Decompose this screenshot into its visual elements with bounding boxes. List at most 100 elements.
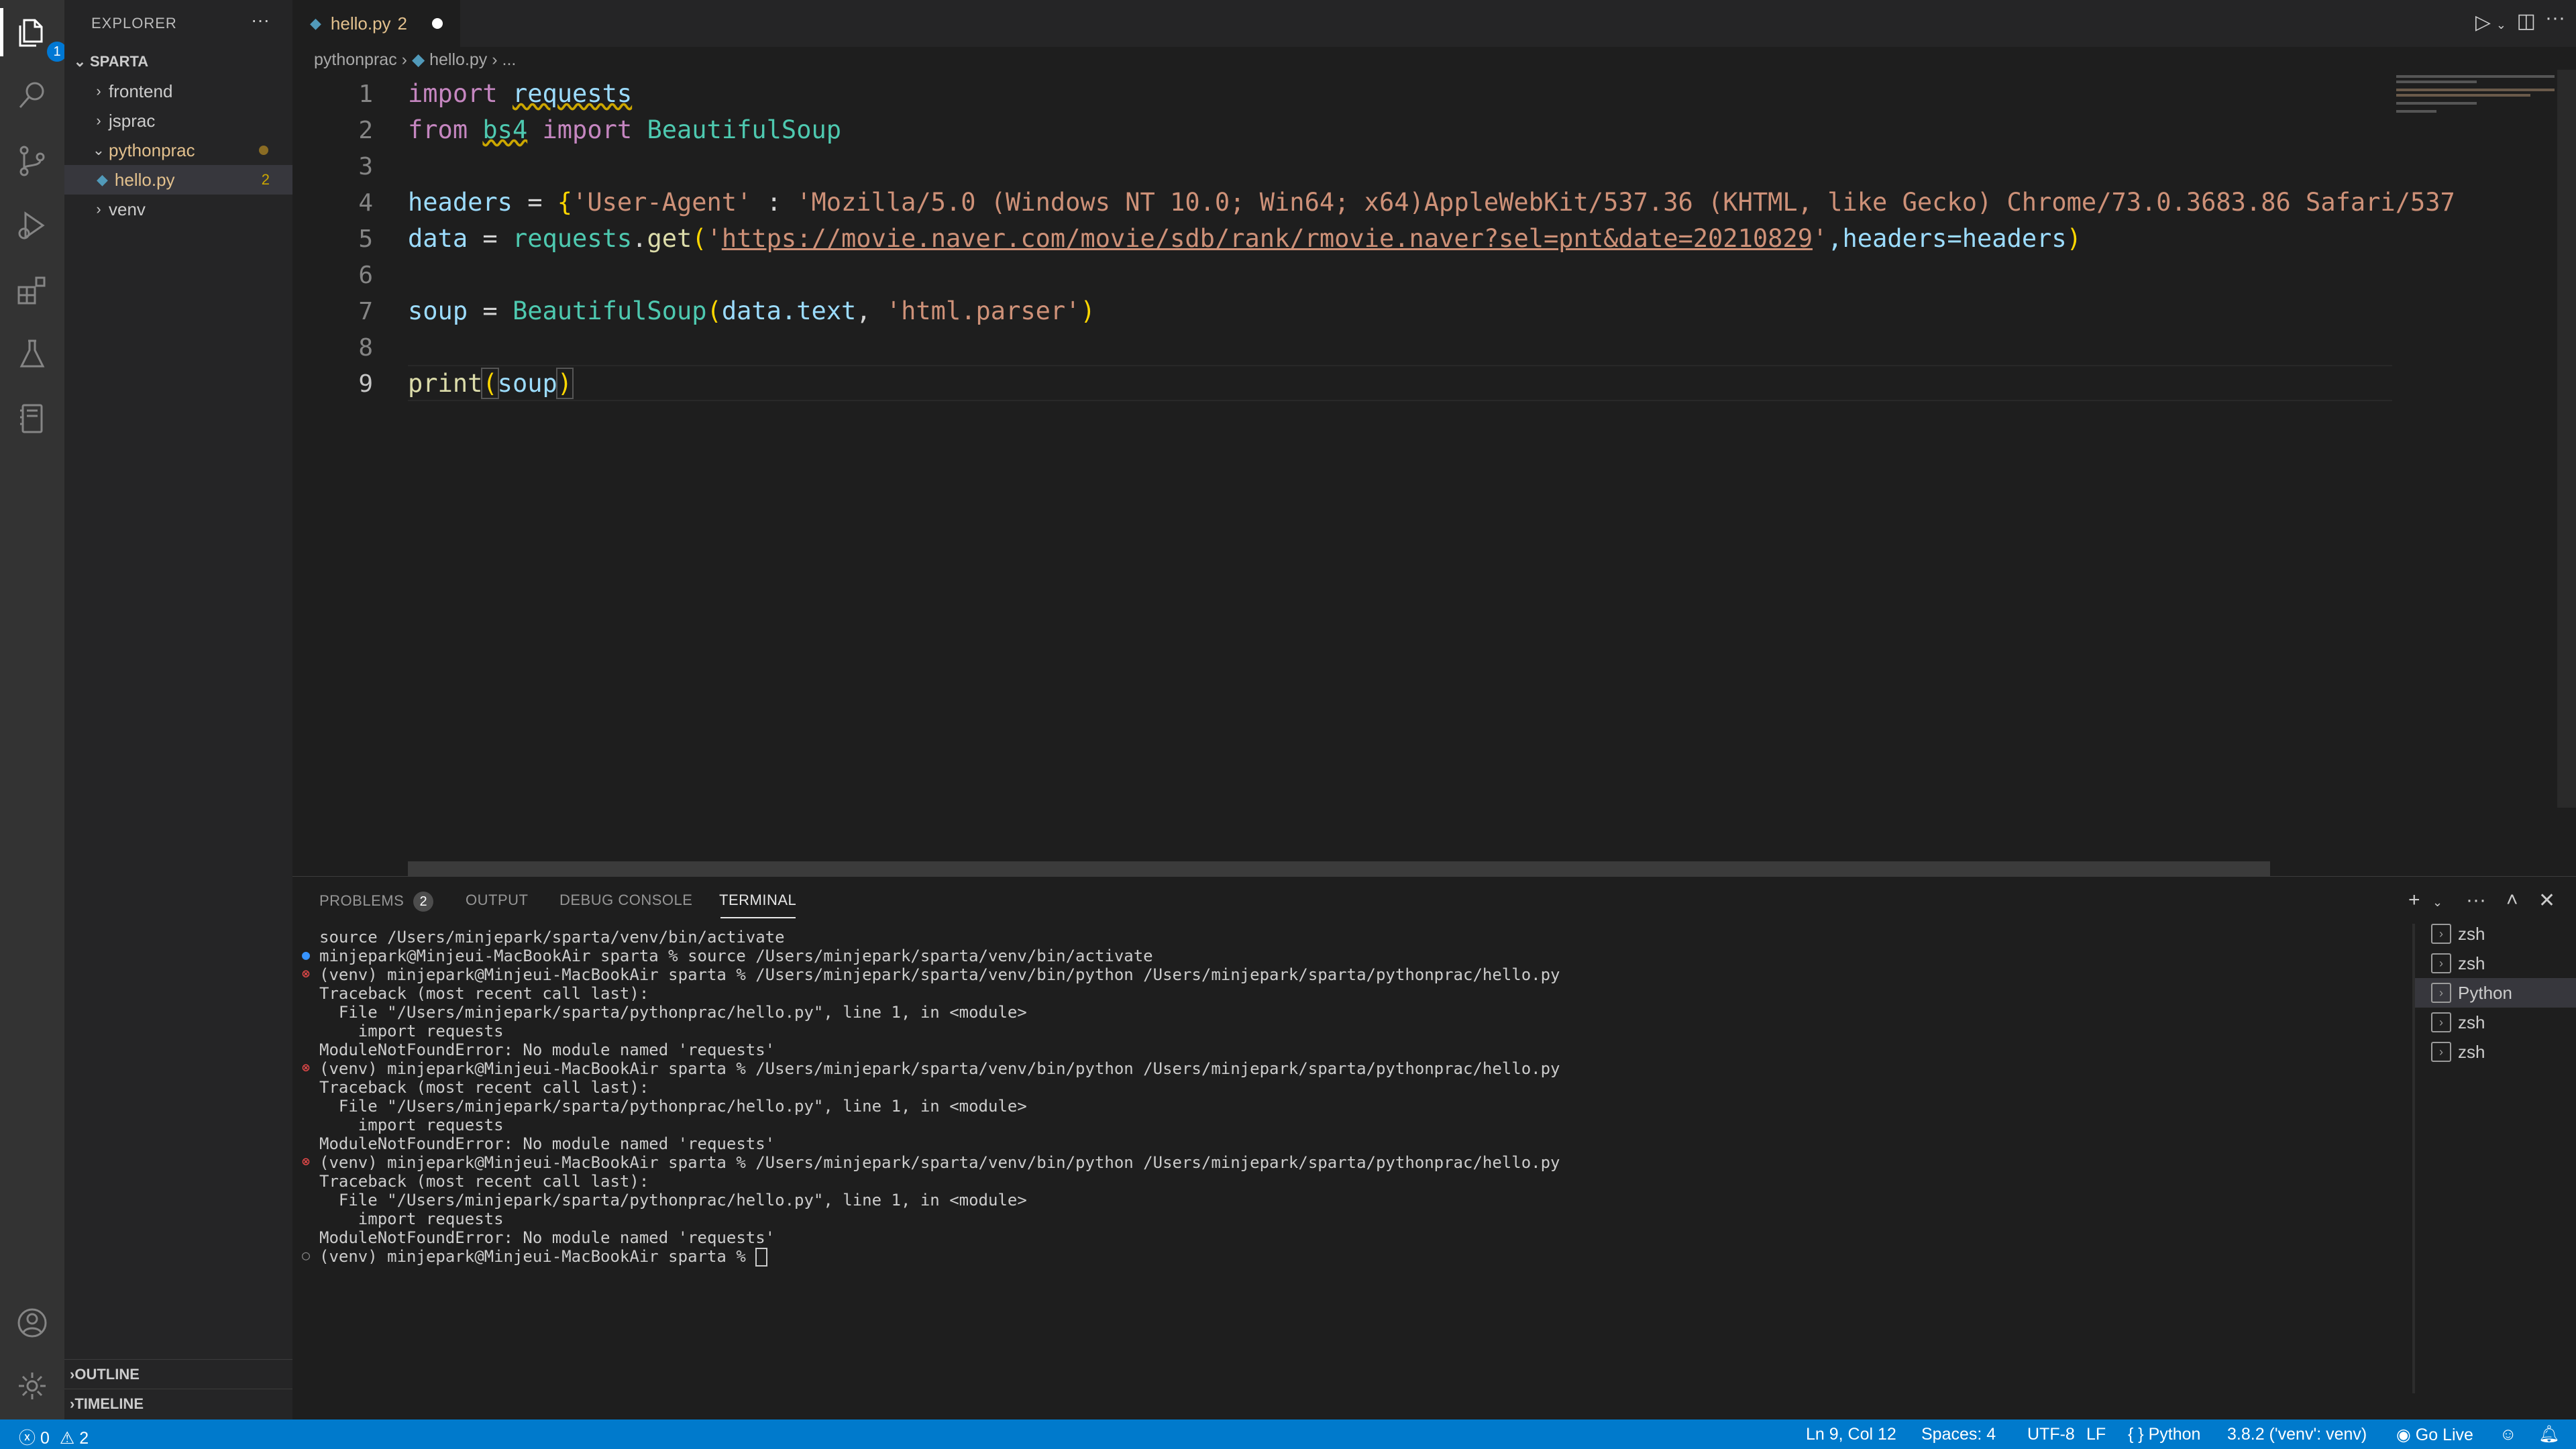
encoding[interactable]: UTF-8 xyxy=(2027,1425,2075,1444)
line-number: 6 xyxy=(358,262,373,289)
current-line-highlight xyxy=(408,365,2392,401)
run-debug-icon[interactable] xyxy=(12,205,52,246)
bottom-panel: PROBLEMS 2 OUTPUT DEBUG CONSOLE TERMINAL … xyxy=(292,876,2576,1420)
code-line: soup = BeautifulSoup(data.text, 'html.pa… xyxy=(408,297,1095,325)
unsaved-dot[interactable] xyxy=(432,18,443,29)
terminal-line: ModuleNotFoundError: No module named 're… xyxy=(319,1134,775,1153)
terminal-cursor xyxy=(755,1248,768,1267)
terminal-line: File "/Users/minjepark/sparta/pythonprac… xyxy=(319,1191,1027,1210)
active-tab-underline xyxy=(720,917,796,918)
indentation[interactable]: Spaces: 4 xyxy=(1921,1425,1996,1444)
problems-status[interactable]: ⓧ 0 ⚠ 2 xyxy=(19,1425,89,1449)
problems-count-badge: 2 xyxy=(413,892,434,912)
tree-item-label: frontend xyxy=(109,80,173,101)
terminal-icon: › xyxy=(2431,983,2451,1003)
terminal-icon: › xyxy=(2431,924,2451,944)
cursor-position[interactable]: Ln 9, Col 12 xyxy=(1806,1425,1896,1444)
code-editor[interactable]: 1 2 3 4 5 6 7 8 9 import requests from b… xyxy=(292,70,2455,875)
terminal-item-zsh[interactable]: › zsh xyxy=(2415,1037,2576,1067)
terminal-line: import requests xyxy=(319,1022,504,1040)
problem-count-badge: 2 xyxy=(261,171,270,188)
chevron-right-icon: › xyxy=(96,83,101,99)
testing-icon[interactable] xyxy=(12,334,52,374)
terminal-line: import requests xyxy=(319,1210,504,1228)
modified-dot xyxy=(259,146,268,155)
chevron-right-icon: › xyxy=(96,112,101,129)
terminal-line: Traceback (most recent call last): xyxy=(319,984,649,1003)
notebook-icon[interactable] xyxy=(12,398,52,439)
run-button[interactable]: ▷ ⌄ xyxy=(2475,11,2506,34)
chevron-down-icon: ⌄ xyxy=(73,53,87,70)
run-dropdown-icon[interactable]: ⌄ xyxy=(2496,18,2506,32)
account-icon[interactable] xyxy=(12,1303,52,1343)
active-indicator xyxy=(0,8,3,56)
code-line: from bs4 import BeautifulSoup xyxy=(408,115,842,144)
tree-item-hello-py[interactable]: ◆ hello.py 2 xyxy=(64,165,292,195)
terminal-line: (venv) minjepark@Minjeui-MacBookAir spar… xyxy=(319,1059,1560,1078)
code-line: headers = {'User-Agent' : 'Mozilla/5.0 (… xyxy=(408,188,2455,217)
terminal-line: File "/Users/minjepark/sparta/pythonprac… xyxy=(319,1097,1027,1116)
line-number: 3 xyxy=(358,153,373,180)
terminal-item-python[interactable]: › Python xyxy=(2415,978,2576,1008)
tree-item-frontend[interactable]: › frontend xyxy=(64,76,292,106)
search-icon[interactable] xyxy=(12,75,52,115)
source-control-icon[interactable] xyxy=(12,141,52,181)
files-icon[interactable]: 1 xyxy=(12,12,67,62)
breadcrumb-file[interactable]: hello.py xyxy=(429,50,487,69)
editor-more-button[interactable]: ··· xyxy=(2545,7,2565,30)
tree-item-pythonprac[interactable]: ⌄ pythonprac xyxy=(64,136,292,165)
tab-problem-count: 2 xyxy=(397,13,408,34)
terminal-item-zsh[interactable]: › zsh xyxy=(2415,919,2576,949)
line-number: 4 xyxy=(358,189,373,217)
minimap-line xyxy=(2396,94,2530,97)
python-file-icon: ◆ xyxy=(411,50,425,69)
notifications-bell-icon[interactable]: 🔔︎ xyxy=(2538,1425,2560,1444)
success-decoration-icon: ● xyxy=(302,947,311,963)
breadcrumb-folder[interactable]: pythonprac xyxy=(314,50,397,69)
editor-tab-strip: ◆ hello.py 2 ▷ ⌄ ◫ ··· xyxy=(292,0,2576,47)
chevron-right-icon: › xyxy=(70,1395,75,1412)
close-panel-button[interactable]: ✕ xyxy=(2538,889,2555,912)
split-editor-button[interactable]: ◫ xyxy=(2517,9,2536,33)
braces-icon: { } xyxy=(2128,1425,2144,1444)
tab-terminal[interactable]: TERMINAL xyxy=(719,892,796,909)
breadcrumb-more[interactable]: ... xyxy=(502,50,517,69)
terminal-icon: › xyxy=(2431,953,2451,973)
terminal-item-zsh[interactable]: › zsh xyxy=(2415,949,2576,978)
go-live-button[interactable]: ◉ Go Live xyxy=(2396,1425,2473,1445)
language-mode[interactable]: { } Python xyxy=(2128,1425,2200,1444)
warning-icon: ⚠ xyxy=(59,1429,75,1448)
workspace-root[interactable]: ⌄ SPARTA xyxy=(64,47,292,76)
timeline-section[interactable]: › TIMELINE xyxy=(64,1389,292,1419)
panel-more-button[interactable]: ··· xyxy=(2466,889,2486,912)
new-terminal-button[interactable]: + xyxy=(2408,889,2420,912)
maximize-panel-button[interactable]: ˄ xyxy=(2506,889,2518,912)
line-number: 7 xyxy=(358,298,373,325)
minimap[interactable] xyxy=(2395,70,2576,875)
tree-item-jsprac[interactable]: › jsprac xyxy=(64,106,292,136)
terminal-item-zsh[interactable]: › zsh xyxy=(2415,1008,2576,1037)
gear-icon[interactable] xyxy=(12,1366,52,1406)
vertical-scrollbar[interactable] xyxy=(2557,70,2576,808)
terminal-line: ModuleNotFoundError: No module named 're… xyxy=(319,1040,775,1059)
tree-item-label: venv xyxy=(109,199,146,219)
terminal-icon: › xyxy=(2431,1042,2451,1062)
more-actions-button[interactable]: ··· xyxy=(251,9,270,31)
url-link[interactable]: https://movie.naver.com/movie/sdb/rank/r… xyxy=(722,224,1813,253)
minimap-line xyxy=(2396,89,2555,91)
horizontal-scrollbar[interactable] xyxy=(408,861,2270,876)
tab-output[interactable]: OUTPUT xyxy=(466,892,528,909)
tab-hello-py[interactable]: ◆ hello.py 2 xyxy=(292,0,460,47)
chevron-right-icon: › xyxy=(96,201,101,217)
error-icon: ⓧ xyxy=(19,1429,36,1448)
end-of-line[interactable]: LF xyxy=(2086,1425,2106,1444)
tab-debug-console[interactable]: DEBUG CONSOLE xyxy=(559,892,692,909)
terminal-dropdown-icon[interactable]: ⌄ xyxy=(2432,896,2443,910)
feedback-icon[interactable]: ☺ xyxy=(2500,1425,2517,1444)
tab-problems[interactable]: PROBLEMS 2 xyxy=(319,892,434,912)
tree-item-venv[interactable]: › venv xyxy=(64,195,292,224)
outline-section[interactable]: › OUTLINE xyxy=(64,1359,292,1389)
python-interpreter[interactable]: 3.8.2 ('venv': venv) xyxy=(2227,1425,2367,1444)
extensions-icon[interactable] xyxy=(12,270,52,310)
tree-item-label: pythonprac xyxy=(109,140,195,160)
